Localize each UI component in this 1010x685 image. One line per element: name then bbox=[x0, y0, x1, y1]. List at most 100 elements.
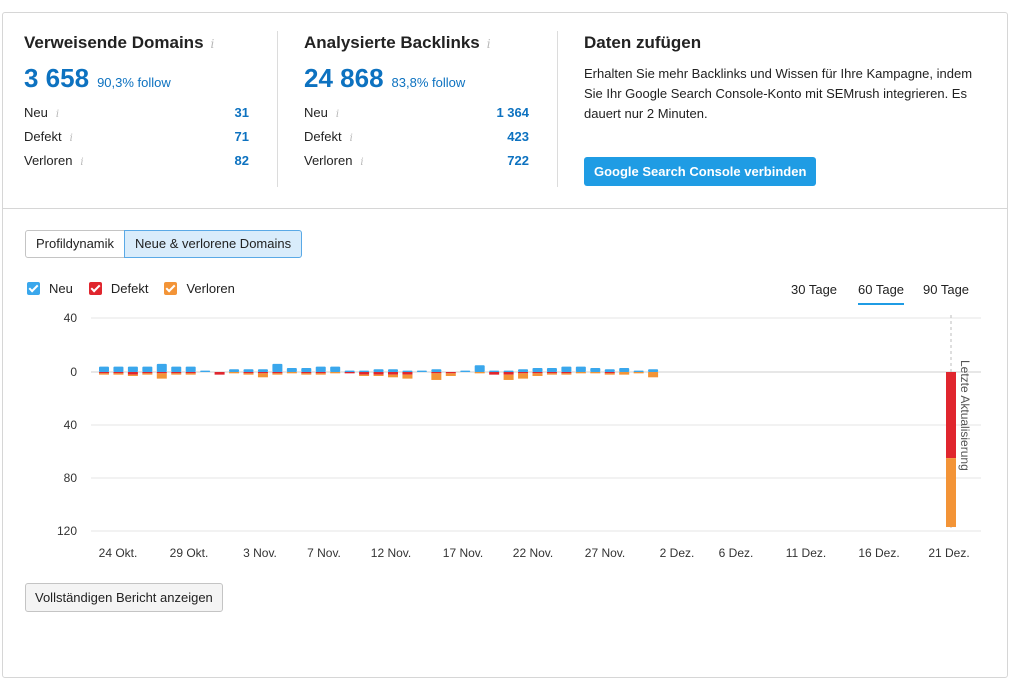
bar-lost bbox=[113, 373, 124, 375]
bar-new bbox=[286, 367, 297, 372]
bar-broken bbox=[431, 372, 442, 374]
bar-broken bbox=[445, 372, 456, 374]
day-bar[interactable] bbox=[619, 367, 630, 375]
x-tick-label: 24 Okt. bbox=[99, 546, 138, 560]
x-tick-label: 3 Nov. bbox=[243, 546, 277, 560]
stat-value[interactable]: 71 bbox=[235, 129, 249, 144]
day-bar[interactable] bbox=[257, 369, 268, 378]
day-bar[interactable] bbox=[590, 367, 601, 374]
day-bar[interactable] bbox=[229, 369, 240, 374]
bar-broken bbox=[214, 372, 225, 375]
day-bar[interactable] bbox=[460, 370, 471, 372]
day-bar[interactable] bbox=[185, 366, 196, 375]
bar-broken bbox=[546, 372, 557, 374]
stat-value[interactable]: 31 bbox=[235, 105, 249, 120]
info-icon[interactable]: i bbox=[80, 157, 83, 168]
day-bar[interactable] bbox=[431, 369, 442, 380]
day-bar[interactable] bbox=[272, 363, 283, 375]
day-bar[interactable] bbox=[301, 367, 312, 375]
bar-new bbox=[113, 366, 124, 372]
bar-broken[interactable] bbox=[946, 372, 956, 459]
bar-new bbox=[200, 370, 211, 372]
day-bar[interactable] bbox=[344, 370, 355, 374]
bar-lost[interactable] bbox=[946, 458, 956, 528]
info-icon[interactable]: i bbox=[360, 157, 363, 168]
info-icon[interactable]: i bbox=[336, 109, 339, 120]
info-icon[interactable]: i bbox=[56, 109, 59, 120]
bar-lost bbox=[257, 373, 268, 378]
day-bar[interactable] bbox=[156, 363, 167, 379]
day-bar[interactable] bbox=[489, 370, 500, 375]
backlinks-block: Analysierte Backlinks i 24 868 83,8% follo… bbox=[304, 13, 529, 209]
day-bar[interactable] bbox=[200, 370, 211, 372]
referring-domains-block: Verweisende Domains i 3 658 90,3% follow N… bbox=[24, 13, 249, 209]
day-bar[interactable] bbox=[402, 370, 413, 379]
stat-value[interactable]: 722 bbox=[507, 153, 529, 168]
bar-new bbox=[648, 369, 659, 372]
bar-lost bbox=[619, 372, 630, 375]
stat-value[interactable]: 1 364 bbox=[496, 105, 529, 120]
tab-profile-dynamics[interactable]: Profildynamik bbox=[25, 230, 126, 258]
tab-new-lost-domains[interactable]: Neue & verlorene Domains bbox=[124, 230, 303, 258]
add-data-description: Erhalten Sie mehr Backlinks und Wissen f… bbox=[584, 66, 973, 121]
day-bar[interactable] bbox=[648, 369, 659, 378]
day-bar[interactable] bbox=[416, 370, 427, 372]
x-tick-label: 22 Nov. bbox=[513, 546, 553, 560]
x-tick-label: 11 Dez. bbox=[786, 546, 826, 560]
bar-lost bbox=[229, 372, 240, 374]
day-bar[interactable] bbox=[142, 366, 153, 375]
bar-lost bbox=[286, 372, 297, 374]
day-bar[interactable] bbox=[546, 367, 557, 375]
bar-lost bbox=[474, 372, 485, 374]
day-bar[interactable] bbox=[330, 366, 341, 374]
day-bar[interactable] bbox=[127, 366, 138, 376]
day-bar[interactable] bbox=[315, 366, 326, 375]
bar-lost bbox=[590, 372, 601, 374]
day-bar[interactable] bbox=[99, 366, 109, 375]
period-30-days[interactable]: 30 Tage bbox=[791, 282, 837, 297]
bar-lost bbox=[431, 373, 442, 380]
day-bar[interactable] bbox=[214, 372, 225, 375]
day-bar[interactable] bbox=[561, 366, 572, 375]
full-report-button[interactable]: Vollständigen Bericht anzeigen bbox=[25, 583, 223, 612]
stat-value[interactable]: 423 bbox=[507, 129, 529, 144]
day-bar[interactable] bbox=[445, 372, 456, 376]
bar-lost bbox=[185, 373, 196, 375]
info-icon[interactable]: i bbox=[350, 133, 353, 144]
day-bar[interactable] bbox=[575, 366, 586, 374]
day-bar[interactable] bbox=[518, 369, 529, 379]
day-bar[interactable] bbox=[286, 367, 297, 374]
add-data-block: Daten zufügen Erhalten Sie mehr Backlink… bbox=[584, 13, 994, 209]
period-60-days[interactable]: 60 Tage bbox=[858, 282, 905, 305]
day-bar[interactable] bbox=[474, 365, 485, 374]
connect-gsc-button[interactable]: Google Search Console verbinden bbox=[584, 157, 817, 186]
info-icon[interactable]: i bbox=[487, 37, 491, 51]
day-bar[interactable] bbox=[373, 369, 384, 376]
referring-domains-follow[interactable]: 90,3% follow bbox=[97, 75, 171, 90]
day-bar[interactable] bbox=[503, 370, 514, 380]
referring-domains-total[interactable]: 3 658 bbox=[24, 63, 89, 93]
bar-new bbox=[344, 370, 355, 372]
backlinks-total[interactable]: 24 868 bbox=[304, 63, 384, 93]
day-bar[interactable] bbox=[113, 366, 124, 375]
day-bar[interactable] bbox=[532, 367, 543, 376]
day-bar[interactable] bbox=[604, 369, 615, 375]
day-bar[interactable] bbox=[171, 366, 182, 375]
view-toggle: Profildynamik Neue & verlorene Domains bbox=[25, 230, 303, 258]
period-90-days[interactable]: 90 Tage bbox=[923, 282, 969, 297]
stat-value[interactable]: 82 bbox=[235, 153, 249, 168]
y-axis-labels: 40 0 40 80 120 bbox=[57, 311, 77, 538]
backlinks-follow[interactable]: 83,8% follow bbox=[392, 75, 466, 90]
info-icon[interactable]: i bbox=[211, 37, 215, 51]
info-icon[interactable]: i bbox=[70, 133, 73, 144]
bar-lost bbox=[648, 372, 659, 378]
day-bar[interactable] bbox=[243, 369, 254, 375]
day-bar[interactable] bbox=[633, 370, 644, 374]
day-bar[interactable] bbox=[388, 369, 398, 378]
bar-broken bbox=[359, 372, 370, 375]
backlinks-widget: Verweisende Domains i 3 658 90,3% follow N… bbox=[2, 12, 1008, 678]
bar-lost bbox=[301, 373, 312, 375]
bar-broken bbox=[156, 372, 167, 374]
day-bar[interactable] bbox=[359, 370, 370, 376]
bar-new bbox=[185, 366, 196, 372]
